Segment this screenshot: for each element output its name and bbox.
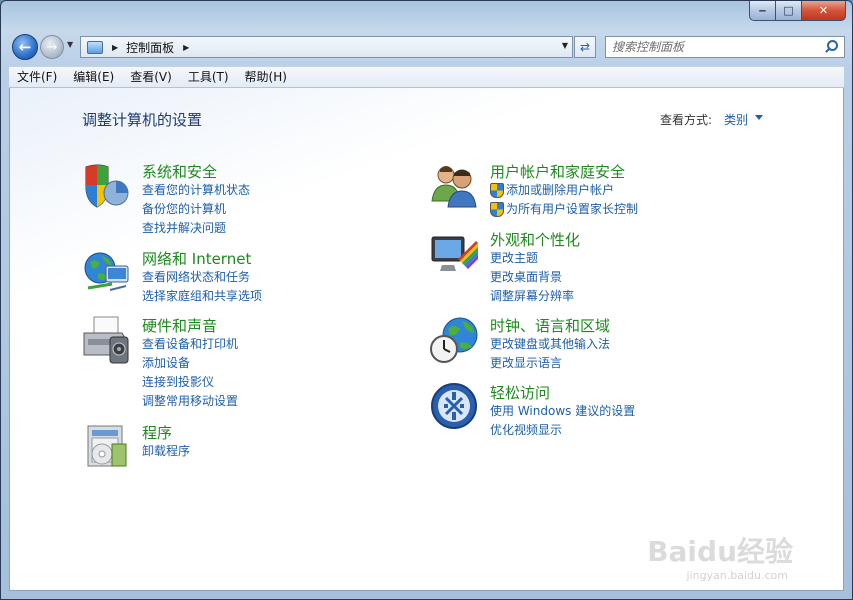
view-by-dropdown[interactable]: 类别 (724, 111, 748, 128)
clock-globe-icon (430, 317, 478, 363)
link-connect-projector[interactable]: 连接到投影仪 (142, 373, 238, 392)
link-keyboard-input[interactable]: 更改键盘或其他输入法 (490, 335, 610, 354)
category-title-programs[interactable]: 程序 (142, 422, 172, 443)
category-title-network[interactable]: 网络和 Internet (142, 248, 251, 269)
category-title-hardware[interactable]: 硬件和声音 (142, 315, 217, 336)
link-backup-computer[interactable]: 备份您的计算机 (142, 200, 250, 219)
caption-buttons: ‒ □ ✕ (749, 1, 846, 22)
forward-button[interactable]: → (40, 35, 64, 59)
link-view-computer-status[interactable]: 查看您的计算机状态 (142, 181, 250, 200)
category-title-ease[interactable]: 轻松访问 (490, 382, 550, 403)
category-title-appearance[interactable]: 外观和个性化 (490, 229, 580, 250)
content-pane: 调整计算机的设置 查看方式: 类别 系统和安全 查看您的计算机状态 备份您的计算… (9, 88, 844, 591)
link-change-theme[interactable]: 更改主题 (490, 249, 574, 268)
link-troubleshoot[interactable]: 查找并解决问题 (142, 219, 250, 238)
control-panel-window: ‒ □ ✕ ← → ▼ ▶ 控制面板 ▶ ▼ ⇄ 文件(F) 编辑(E) 查看(… (0, 0, 853, 600)
link-windows-recommended-settings[interactable]: 使用 Windows 建议的设置 (490, 402, 635, 421)
chevron-down-icon[interactable] (755, 115, 763, 120)
view-by-label: 查看方式: (660, 113, 713, 127)
refresh-button[interactable]: ⇄ (574, 36, 596, 58)
breadcrumb-separator-icon[interactable]: ▶ (112, 43, 118, 52)
link-label: 为所有用户设置家长控制 (506, 202, 639, 216)
maximize-button[interactable]: □ (776, 1, 802, 21)
link-homegroup-sharing[interactable]: 选择家庭组和共享选项 (142, 287, 262, 306)
link-devices-printers[interactable]: 查看设备和打印机 (142, 335, 238, 354)
search-input[interactable] (612, 38, 822, 56)
link-display-language[interactable]: 更改显示语言 (490, 354, 610, 373)
page-title: 调整计算机的设置 (82, 111, 203, 129)
link-label: 添加或删除用户帐户 (506, 183, 615, 197)
refresh-icon: ⇄ (579, 40, 591, 54)
address-bar[interactable]: ▶ 控制面板 ▶ ▼ (80, 36, 573, 58)
link-parental-controls[interactable]: 为所有用户设置家长控制 (490, 200, 638, 219)
printer-icon (83, 316, 129, 364)
ease-of-access-icon (431, 383, 477, 429)
search-box[interactable] (605, 36, 845, 58)
address-dropdown-icon[interactable]: ▼ (562, 41, 568, 50)
category-title-clock[interactable]: 时钟、语言和区域 (490, 315, 610, 336)
link-desktop-background[interactable]: 更改桌面背景 (490, 268, 574, 287)
monitor-palette-icon (431, 236, 478, 271)
minimize-button[interactable]: ‒ (749, 1, 776, 21)
back-button[interactable]: ← (12, 34, 38, 60)
uac-shield-icon (490, 183, 504, 198)
arrow-right-icon: → (46, 39, 58, 55)
menu-help[interactable]: 帮助(H) (237, 67, 295, 87)
menu-file[interactable]: 文件(F) (9, 67, 65, 87)
link-add-remove-users[interactable]: 添加或删除用户帐户 (490, 181, 638, 200)
navigation-row: ← → ▼ ▶ 控制面板 ▶ ▼ ⇄ (9, 32, 845, 60)
globe-network-icon (84, 252, 129, 291)
link-uninstall-program[interactable]: 卸载程序 (142, 442, 190, 461)
control-panel-icon (87, 40, 103, 54)
menu-bar: 文件(F) 编辑(E) 查看(V) 工具(T) 帮助(H) (9, 66, 844, 88)
link-optimize-display[interactable]: 优化视频显示 (490, 421, 635, 440)
history-dropdown-button[interactable]: ▼ (67, 40, 73, 49)
menu-tools[interactable]: 工具(T) (180, 67, 237, 87)
category-title-users[interactable]: 用户帐户和家庭安全 (490, 161, 625, 182)
uac-shield-icon (490, 202, 504, 217)
arrow-left-icon: ← (18, 38, 32, 56)
watermark-brand: Baidu经验 (647, 535, 793, 568)
link-network-status[interactable]: 查看网络状态和任务 (142, 268, 262, 287)
link-mobility-settings[interactable]: 调整常用移动设置 (142, 392, 238, 411)
breadcrumb-chevron-icon[interactable]: ▶ (183, 43, 189, 52)
close-button[interactable]: ✕ (802, 1, 846, 21)
watermark-url: jingyan.baidu.com (686, 569, 788, 582)
link-add-device[interactable]: 添加设备 (142, 354, 238, 373)
users-icon (431, 166, 477, 208)
category-title-system[interactable]: 系统和安全 (142, 161, 217, 182)
shield-icon (85, 164, 129, 208)
search-icon[interactable] (822, 38, 840, 56)
menu-view[interactable]: 查看(V) (122, 67, 180, 87)
programs-icon (87, 425, 127, 467)
menu-edit[interactable]: 编辑(E) (65, 67, 122, 87)
link-screen-resolution[interactable]: 调整屏幕分辨率 (490, 287, 574, 306)
breadcrumb-control-panel[interactable]: 控制面板 (126, 39, 174, 56)
